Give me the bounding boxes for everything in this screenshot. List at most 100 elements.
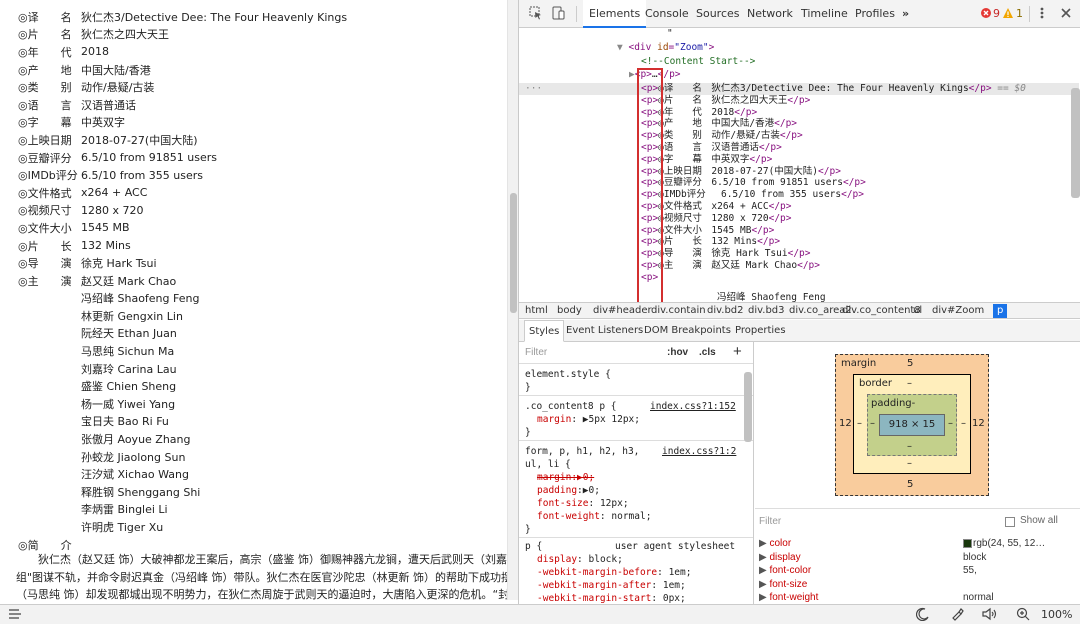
breadcrumb-item[interactable]: html bbox=[525, 304, 548, 318]
error-icon[interactable] bbox=[981, 8, 991, 18]
breadcrumb-item[interactable]: div#Zoom bbox=[932, 304, 984, 318]
expand-triangle-icon[interactable]: ▶ bbox=[759, 592, 769, 603]
p-node[interactable]: <p>◎导 演 徐克 Hark Tsui</p> bbox=[641, 248, 810, 260]
element-style-rule[interactable]: element.style { bbox=[525, 369, 611, 381]
zoom-level[interactable]: 100% bbox=[1041, 607, 1072, 623]
padding-right-value[interactable]: – bbox=[948, 418, 953, 429]
page-scrollbar[interactable] bbox=[507, 0, 518, 600]
color-swatch[interactable] bbox=[963, 539, 972, 548]
breadcrumb-item[interactable]: div#header bbox=[593, 304, 652, 318]
tab-console[interactable]: Console bbox=[645, 0, 689, 28]
p-node[interactable]: <p>◎译 名 狄仁杰3/Detective Dee: The Four Hea… bbox=[519, 83, 1079, 95]
breadcrumb-item[interactable]: body bbox=[557, 304, 582, 318]
tab-properties[interactable]: Properties bbox=[735, 320, 786, 342]
hover-state-toggle[interactable]: :hov bbox=[667, 347, 688, 358]
expand-triangle-icon[interactable]: ▶ bbox=[759, 579, 769, 590]
night-mode-icon[interactable] bbox=[915, 607, 930, 623]
margin-after-declaration[interactable]: -webkit-margin-after: 1em; bbox=[537, 580, 686, 592]
comment-node[interactable]: <!--Content Start--> bbox=[641, 56, 755, 68]
form-p-selector[interactable]: form, p, h1, h2, h3, bbox=[525, 446, 639, 458]
p-node[interactable]: <p>◎片 名 狄仁杰之四大天王</p> bbox=[641, 95, 810, 107]
tab-network[interactable]: Network bbox=[747, 0, 793, 28]
p-node[interactable]: <p>◎文件格式 x264 + ACC</p> bbox=[641, 201, 791, 213]
tab-event-listeners[interactable]: Event Listeners bbox=[566, 320, 643, 342]
margin-bottom-value[interactable]: 5 bbox=[907, 479, 913, 490]
text-node[interactable]: " bbox=[667, 28, 673, 40]
stylesheet-link[interactable]: index.css?1:2 bbox=[662, 446, 736, 458]
border-left-value[interactable]: – bbox=[857, 418, 862, 429]
computed-filter-input[interactable]: Filter bbox=[759, 516, 781, 527]
inspect-cursor-icon[interactable] bbox=[529, 6, 543, 20]
computed-prop-name[interactable]: ▶ font-weight bbox=[759, 592, 818, 603]
menu-icon[interactable] bbox=[8, 607, 22, 623]
margin-start-declaration[interactable]: -webkit-margin-start: 0px; bbox=[537, 593, 686, 604]
margin-right-value[interactable]: 12 bbox=[972, 418, 985, 429]
tab-sources[interactable]: Sources bbox=[696, 0, 740, 28]
expand-triangle-icon[interactable]: ▶ bbox=[759, 565, 769, 576]
border-top-value[interactable]: – bbox=[907, 378, 912, 389]
p-selector[interactable]: p { bbox=[525, 541, 542, 553]
expand-triangle-icon[interactable]: ▶ bbox=[759, 552, 769, 563]
device-toolbar-icon[interactable] bbox=[551, 6, 565, 20]
computed-prop-name[interactable]: ▶ font-color bbox=[759, 565, 811, 576]
border-bottom-value[interactable]: – bbox=[907, 458, 912, 469]
computed-pane: Filter Show all ▶ color rgb(24, 55, 12… ▶ … bbox=[755, 508, 1080, 604]
p-node-partial[interactable]: 冯绍峰 Shaofeng Feng bbox=[717, 292, 826, 302]
more-tabs-chevron[interactable]: » bbox=[902, 0, 909, 28]
co-content8-selector[interactable]: .co_content8 p { bbox=[525, 401, 617, 413]
tab-elements[interactable]: Elements bbox=[583, 0, 647, 28]
p-node[interactable]: <p>◎豆瓣评分 6.5/10 from 91851 users</p> bbox=[641, 177, 866, 189]
overridden-margin-declaration[interactable]: margin:▶0; bbox=[537, 472, 594, 484]
margin-declaration[interactable]: margin: ▶5px 12px; bbox=[537, 414, 640, 426]
brush-icon[interactable] bbox=[950, 607, 964, 623]
margin-before-declaration[interactable]: -webkit-margin-before: 1em; bbox=[537, 567, 691, 579]
warning-icon[interactable] bbox=[1003, 8, 1013, 18]
tab-styles[interactable]: Styles bbox=[524, 320, 565, 342]
tab-timeline[interactable]: Timeline bbox=[801, 0, 848, 28]
computed-prop-name[interactable]: ▶ font-size bbox=[759, 579, 807, 590]
elements-scrollbar-thumb[interactable] bbox=[1071, 88, 1080, 198]
class-toggle[interactable]: .cls bbox=[699, 347, 716, 358]
page-scrollbar-thumb[interactable] bbox=[510, 193, 517, 313]
expand-triangle-icon[interactable]: ▶ bbox=[759, 538, 769, 549]
margin-top-value[interactable]: 5 bbox=[907, 358, 913, 369]
computed-prop-name[interactable]: ▶ color bbox=[759, 538, 791, 549]
breadcrumb-item[interactable]: div.contain bbox=[651, 304, 706, 318]
breadcrumb-item[interactable]: div.bd3 bbox=[748, 304, 785, 318]
breadcrumb-item[interactable]: div.co_content8 bbox=[842, 304, 921, 318]
margin-left-value[interactable]: 12 bbox=[839, 418, 852, 429]
warning-count[interactable]: 1 bbox=[1016, 0, 1023, 28]
customize-menu-icon[interactable] bbox=[1037, 6, 1047, 20]
error-count[interactable]: 9 bbox=[993, 0, 1000, 28]
font-size-declaration[interactable]: font-size: 12px; bbox=[537, 498, 629, 510]
computed-prop-name[interactable]: ▶ display bbox=[759, 552, 801, 563]
zoom-icon[interactable] bbox=[1016, 607, 1030, 623]
p-node[interactable]: <p>◎产 地 中国大陆/香港</p> bbox=[641, 118, 797, 130]
padding-left-value[interactable]: – bbox=[870, 418, 875, 429]
p-node[interactable]: <p>◎主 演 赵又廷 Mark Chao</p> bbox=[641, 260, 820, 272]
styles-filter-input[interactable]: Filter bbox=[525, 347, 547, 358]
p-node[interactable]: <p>◎类 别 动作/悬疑/古装</p> bbox=[641, 130, 803, 142]
padding-bottom-value[interactable]: – bbox=[907, 441, 912, 452]
speaker-icon[interactable] bbox=[982, 607, 998, 623]
box-content[interactable]: 918 × 15 bbox=[879, 414, 945, 436]
breadcrumb-item[interactable]: div.bd2 bbox=[707, 304, 744, 318]
tab-dom-breakpoints[interactable]: DOM Breakpoints bbox=[644, 320, 731, 342]
stylesheet-link[interactable]: index.css?1:152 bbox=[650, 401, 736, 413]
div-zoom-node[interactable]: ▼ <div id="Zoom"> bbox=[617, 42, 714, 54]
tab-profiles[interactable]: Profiles bbox=[855, 0, 895, 28]
close-icon[interactable] bbox=[1059, 6, 1073, 20]
collapse-triangle-icon[interactable]: ▼ bbox=[617, 42, 623, 53]
styles-scrollbar-thumb[interactable] bbox=[744, 372, 752, 442]
show-all-checkbox[interactable] bbox=[1005, 517, 1015, 527]
display-declaration[interactable]: display: block; bbox=[537, 554, 623, 566]
p-node[interactable]: <p>◎IMDb评分 6.5/10 from 355 users</p> bbox=[641, 189, 864, 201]
font-weight-declaration[interactable]: font-weight: normal; bbox=[537, 511, 651, 523]
breadcrumb-item[interactable]: ul bbox=[913, 304, 922, 318]
p-node[interactable]: <p>◎上映日期 2018-07-27(中国大陆)</p> bbox=[641, 166, 841, 178]
new-rule-button[interactable]: + bbox=[733, 343, 742, 360]
border-right-value[interactable]: – bbox=[961, 418, 966, 429]
breadcrumb-item[interactable]: p bbox=[993, 304, 1008, 318]
padding-declaration[interactable]: padding:▶0; bbox=[537, 485, 600, 497]
p-node[interactable]: <p>◎视频尺寸 1280 x 720</p> bbox=[641, 213, 791, 225]
